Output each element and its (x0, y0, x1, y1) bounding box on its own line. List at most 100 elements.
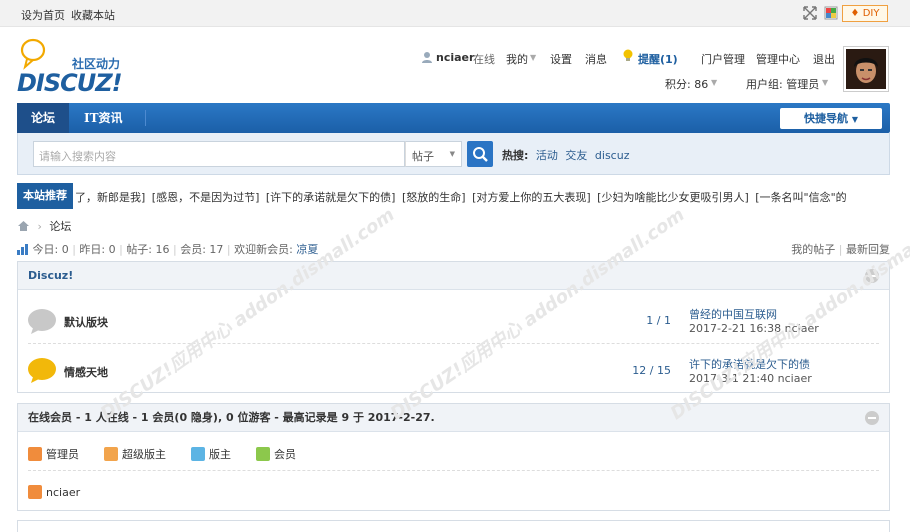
header: 社区动力 DISCUZ! nciaer 在线 我的 ▼ 设置 消息 提醒(1) … (0, 27, 910, 102)
chevron-down-icon: ▼ (822, 78, 829, 87)
nav-item-forum[interactable]: 论坛 (17, 103, 69, 133)
forum-last-post-meta: 2017-2-21 16:38 nciaer (689, 322, 819, 335)
fullscreen-icon[interactable] (803, 6, 817, 20)
forum-bubble-icon (27, 357, 57, 386)
legend-mod-label: 版主 (209, 448, 231, 461)
logout-link[interactable]: 退出 (813, 51, 835, 67)
forum-last-post-title[interactable]: 曾经的中国互联网 (689, 306, 777, 322)
site-logo[interactable]: 社区动力 DISCUZ! (17, 37, 137, 97)
stats-chart-icon (17, 244, 29, 258)
avatar[interactable] (843, 46, 889, 92)
diy-label: DIY (862, 8, 880, 19)
legend-super-mod-label: 超级版主 (122, 448, 166, 461)
collapse-icon[interactable] (865, 269, 879, 283)
breadcrumb: › 论坛 (17, 218, 71, 235)
breadcrumb-separator: › (37, 220, 42, 233)
person-icon (28, 447, 42, 461)
username-link[interactable]: nciaer (436, 51, 474, 64)
online-user[interactable]: nciaer (28, 485, 80, 499)
forum-bubble-icon (27, 308, 57, 337)
ticker-item[interactable]: [感恩，不是因为过节] (152, 191, 260, 204)
breadcrumb-forum[interactable]: 论坛 (49, 220, 71, 233)
forum-row: 情感天地 12 / 15 许下的承诺就是欠下的债 2017-3-1 21:40 … (18, 346, 889, 396)
quick-nav-label: 快捷导航 (804, 112, 848, 125)
next-box (17, 520, 890, 532)
legend-super-mod: 超级版主 (104, 446, 166, 462)
online-user-list: nciaer (18, 468, 889, 508)
my-posts-link[interactable]: 我的帖子 (791, 243, 835, 256)
stat-members: 会员: 17 (180, 243, 224, 256)
main-nav: 论坛 IT资讯 快捷导航 ▼ (17, 103, 890, 133)
row-divider (28, 343, 879, 344)
search-type-label: 帖子 (412, 150, 434, 163)
diy-button[interactable]: ♦ DIY (842, 5, 888, 22)
forum-name[interactable]: 默认版块 (64, 314, 108, 330)
chevron-down-icon: ▼ (530, 53, 537, 62)
search-icon (473, 147, 488, 162)
person-icon (104, 447, 118, 461)
chevron-down-icon: ▼ (449, 150, 455, 158)
online-header: 在线会员 - 1 人在线 - 1 会员(0 隐身), 0 位游客 - 最高记录是… (18, 404, 889, 432)
forum-row: 默认版块 1 / 1 曾经的中国互联网 2017-2-21 16:38 ncia… (18, 296, 889, 346)
group-legend: 管理员 超级版主 版主 会员 (18, 432, 889, 468)
caret-down-icon: ▼ (851, 115, 858, 124)
online-status: 在线 (473, 53, 495, 66)
search-type-select[interactable]: 帖子 ▼ (405, 141, 462, 167)
ticker-item[interactable]: [许下的承诺就是欠下的债] (266, 191, 396, 204)
messages-link[interactable]: 消息 (585, 51, 607, 67)
points-menu[interactable]: 积分: 86 (665, 76, 708, 92)
latest-replies-link[interactable]: 最新回复 (846, 243, 890, 256)
person-icon (28, 485, 42, 499)
welcome-text: 欢迎新会员: (234, 243, 293, 256)
forum-last-post-title[interactable]: 许下的承诺就是欠下的债 (689, 356, 810, 372)
legend-admin: 管理员 (28, 446, 79, 462)
legend-member: 会员 (256, 446, 296, 462)
recommend-ticker: 本站推荐 了，新郎是我] [感恩，不是因为过节] [许下的承诺就是欠下的债] [… (17, 183, 890, 209)
top-bar: 设为首页 收藏本站 ♦ DIY (0, 0, 910, 27)
bookmark-link[interactable]: 收藏本站 (71, 7, 115, 23)
person-icon (256, 447, 270, 461)
online-title: 在线会员 - 1 人在线 - 1 会员(0 隐身), 0 位游客 - 最高记录是… (28, 411, 435, 424)
user-group-menu[interactable]: 用户组: 管理员 (746, 76, 819, 92)
search-input[interactable]: 请输入搜索内容 (33, 141, 405, 167)
collapse-icon[interactable] (865, 411, 879, 425)
stat-posts: 帖子: 16 (126, 243, 170, 256)
forum-count: 12 / 15 (632, 364, 671, 377)
online-user-name: nciaer (46, 486, 81, 499)
set-homepage-link[interactable]: 设为首页 (21, 7, 65, 23)
new-member-link[interactable]: 凉夏 (296, 243, 318, 256)
ticker-item[interactable]: [一条名叫"信念"的 (755, 191, 846, 204)
hot-search-item[interactable]: 活动 (536, 149, 558, 162)
forum-group-box: Discuz! 默认版块 1 / 1 曾经的中国互联网 2017-2-21 16… (17, 261, 890, 393)
quick-nav-button[interactable]: 快捷导航 ▼ (780, 108, 882, 129)
person-icon (191, 447, 205, 461)
forum-name[interactable]: 情感天地 (64, 364, 108, 380)
settings-link[interactable]: 设置 (550, 51, 572, 67)
admin-center-link[interactable]: 管理中心 (756, 51, 800, 67)
ticker-items: 了，新郎是我] [感恩，不是因为过节] [许下的承诺就是欠下的债] [怒放的生命… (75, 189, 847, 205)
my-menu[interactable]: 我的 (506, 51, 528, 67)
ticker-item[interactable]: [对方爱上你的五大表现] (472, 191, 591, 204)
search-button[interactable] (467, 141, 493, 167)
search-bar: 请输入搜索内容 帖子 ▼ 热搜: 活动 交友 discuz (17, 133, 890, 175)
portal-admin-link[interactable]: 门户管理 (701, 51, 745, 67)
hot-search-item[interactable]: discuz (595, 149, 630, 162)
stat-today: 今日: 0 (32, 243, 69, 256)
hot-search-item[interactable]: 交友 (565, 149, 587, 162)
ticker-item[interactable]: 了，新郎是我] (75, 191, 145, 204)
legend-admin-label: 管理员 (46, 448, 79, 461)
chevron-down-icon: ▼ (711, 78, 718, 87)
stat-yesterday: 昨日: 0 (79, 243, 116, 256)
forum-group-title[interactable]: Discuz! (28, 269, 73, 282)
hot-search-label: 热搜: (502, 149, 529, 162)
home-icon[interactable] (17, 220, 30, 235)
ticker-item[interactable]: [怒放的生命] (402, 191, 466, 204)
forum-stats: 今日: 0 | 昨日: 0 | 帖子: 16 | 会员: 17 | 欢迎新会员:… (17, 241, 890, 258)
legend-mod: 版主 (191, 446, 231, 462)
forum-last-post-meta: 2017-3-1 21:40 nciaer (689, 372, 812, 385)
ticker-item[interactable]: [少妇为啥能比少女更吸引男人] (597, 191, 749, 204)
color-theme-icon[interactable] (824, 6, 838, 20)
remind-link[interactable]: 提醒(1) (638, 51, 678, 67)
nav-item-it-news[interactable]: IT资讯 (84, 103, 123, 133)
forum-count: 1 / 1 (646, 314, 671, 327)
